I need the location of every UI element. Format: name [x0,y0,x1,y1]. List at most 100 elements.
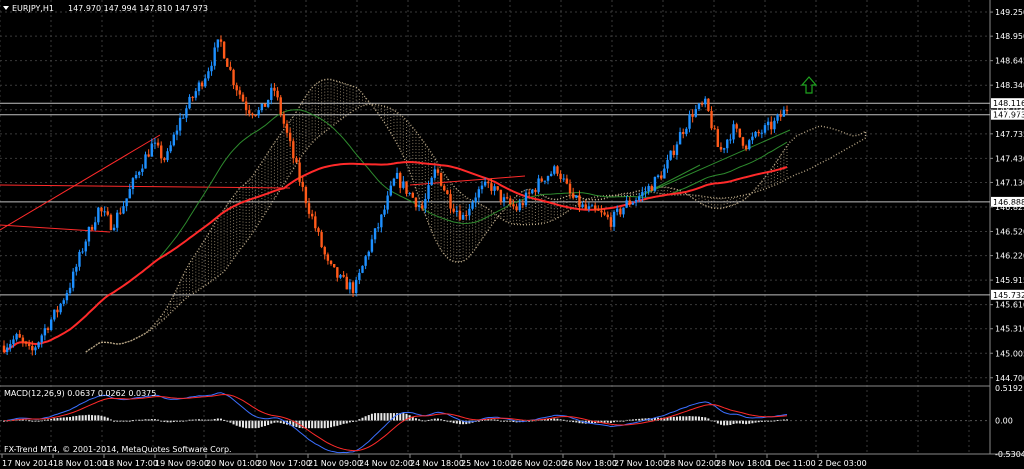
time-tick-label: 20 Nov 17:00 [257,459,311,468]
macd-histogram-bar [418,419,421,421]
macd-histogram-bar [716,420,719,424]
candle-body [147,154,150,157]
candle-body [707,98,710,111]
macd-histogram-bar [314,420,317,429]
candle-body [43,328,47,336]
price-tick-label: 149.250 [995,8,1024,17]
candle-body [270,87,273,100]
candle-body [348,282,352,290]
macd-histogram-bar [106,417,109,421]
candle-body [499,189,503,202]
candle-body [295,158,298,163]
macd-histogram-bar [767,420,770,422]
macd-histogram-bar [707,418,710,421]
candle-body [122,206,125,214]
candle-body [487,181,490,184]
candle-body [81,251,84,253]
macd-histogram-bar [333,420,336,427]
macd-histogram-bar [131,420,134,422]
candle-body [241,94,245,102]
candle-body [71,271,75,288]
price-tick-label: 146.825 [995,203,1024,212]
price-tick-label: 145.005 [995,349,1024,358]
macd-histogram-bar [672,416,675,421]
candle-body [744,145,748,150]
candle-body [757,131,760,134]
candle-body [292,141,295,159]
candle-body [615,208,619,212]
trading-chart[interactable]: 148.116147.973146.888145.732 149.250148.… [0,0,1024,469]
candle-body [172,134,176,146]
candle-body [452,208,455,212]
macd-histogram-bar [197,419,200,421]
macd-histogram-bar [723,420,726,426]
time-tick-label: 27 Nov 10:00 [614,459,668,468]
candle-body [194,91,198,98]
candle-body [748,140,751,150]
macd-histogram-bar [682,416,685,421]
candle-body [477,189,481,198]
macd-histogram-bar [330,420,333,428]
macd-histogram-bar [147,419,150,421]
candle-body [408,192,411,194]
macd-histogram-bar [336,420,339,426]
candle-body [735,124,738,129]
candle-body [417,205,421,208]
candle-body [553,166,556,174]
candle-body [364,256,367,266]
candle-body [131,178,135,189]
candle-body [166,151,169,161]
candle-body [622,207,625,215]
price-tick-label: 148.950 [995,32,1024,41]
macd-histogram-bar [138,419,141,421]
time-tick-label: 26 Nov 18:00 [563,459,617,468]
macd-histogram-bar [377,413,380,421]
macd-histogram-bar [157,419,160,421]
macd-histogram-bar [78,415,81,421]
macd-histogram-bar [235,420,238,426]
candle-body [766,121,770,126]
candle-body [546,176,550,181]
candle-body [443,185,446,191]
candle-body [785,109,789,112]
macd-histogram-bar [62,417,65,421]
macd-histogram-bar [47,419,50,421]
time-tick-label: 1 Dec 11:00 [767,459,816,468]
macd-histogram-bar [75,415,78,421]
macd-histogram-bar [562,419,565,421]
candle-body [656,175,660,177]
candle-body [178,117,182,131]
candle-body [726,139,729,149]
price-tick-label: 145.310 [995,325,1024,334]
candle-body [78,251,81,267]
macd-histogram-bar [323,420,326,429]
macd-histogram-bar [94,415,97,421]
candle-body [540,178,543,182]
candle-body [326,254,330,261]
candle-body [763,125,767,133]
candle-body [556,166,559,174]
candle-body [543,180,547,182]
candle-body [509,198,512,205]
macd-histogram-bar [28,420,31,422]
candle-body [688,114,691,129]
candle-body [593,205,597,210]
candle-body [285,123,289,133]
macd-histogram-bar [254,420,257,429]
macd-histogram-bar [320,420,323,429]
candle-body [751,136,754,141]
candle-body [631,202,635,205]
candle-body [449,194,452,209]
candle-body [455,210,459,212]
candle-body [87,226,91,242]
macd-histogram-bar [572,420,575,423]
macd-histogram-bar [458,420,461,425]
price-tick-label: 147.430 [995,154,1024,163]
candle-body [399,172,402,188]
candle-body [75,266,78,272]
macd-label: MACD(12,26,9) 0.0637 0.0262 0.0375 [4,389,156,398]
macd-histogram-bar [427,419,430,421]
candle-body [650,185,653,191]
candle-body [2,345,6,353]
candle-body [298,162,301,182]
